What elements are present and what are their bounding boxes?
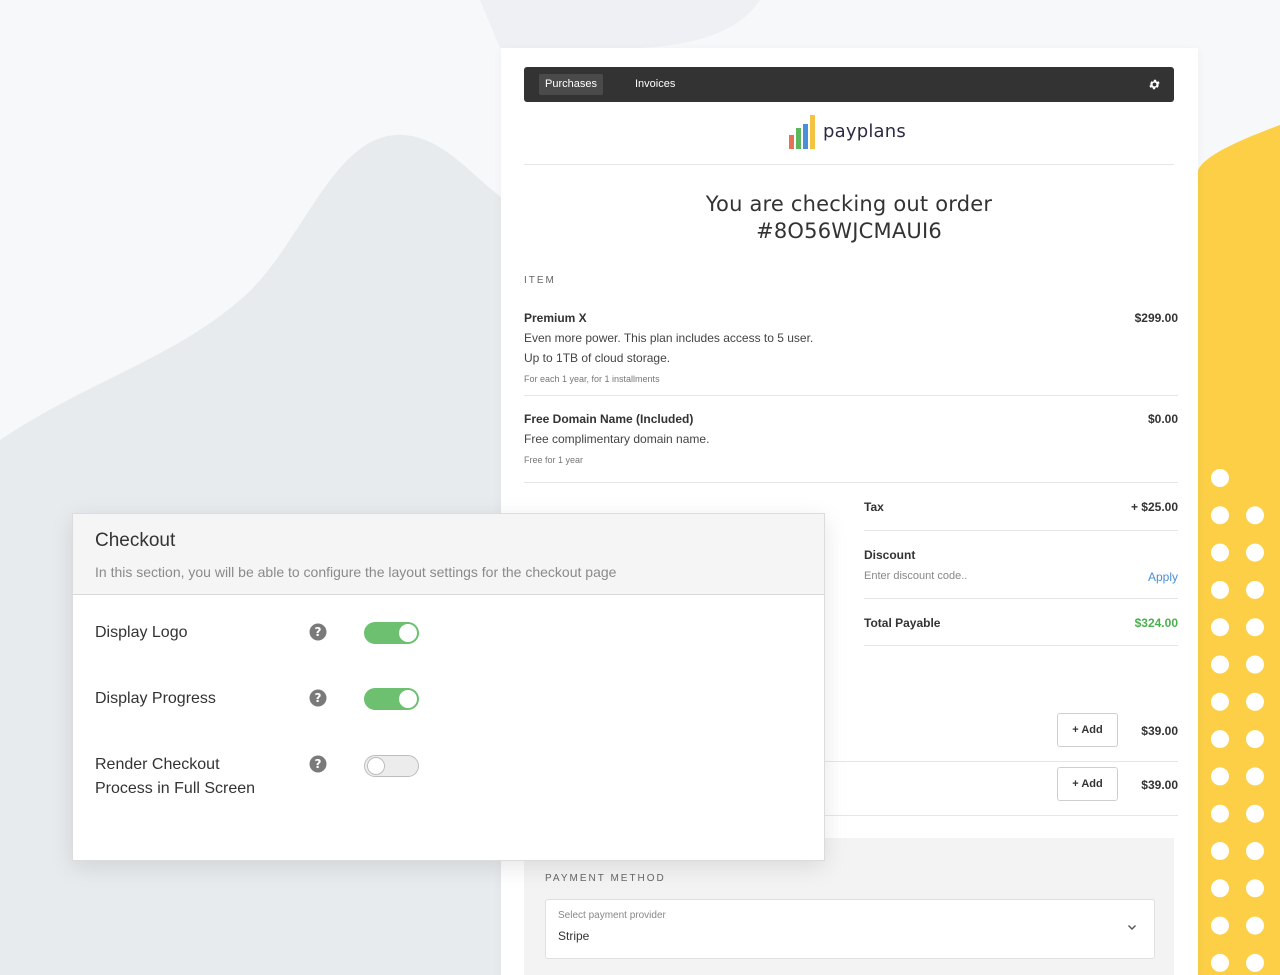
total-payable-label: Total Payable [864,616,941,630]
decorative-dot [1246,543,1264,562]
settings-subtitle: In this section, you will be able to con… [95,564,617,580]
tax-label: Tax [864,500,884,514]
gear-icon[interactable] [1148,78,1161,91]
decorative-dot [1246,953,1264,972]
decorative-dot [1211,469,1229,487]
display-logo-toggle[interactable] [364,622,419,644]
settings-panel-header: Checkout In this section, you will be ab… [73,514,824,595]
item-divider [524,482,1178,483]
order-number: #8O56WJCMAUI6 [756,219,942,243]
header-divider [524,164,1174,165]
display-progress-label: Display Progress [95,690,216,707]
item-price: $299.00 [1134,311,1178,325]
item-description: Up to 1TB of cloud storage. [524,351,671,365]
total-payable-value: $324.00 [1134,616,1178,630]
apply-discount-link[interactable]: Apply [1148,570,1178,584]
decorative-dot [1211,543,1229,562]
item-note: For each 1 year, for 1 installments [524,374,660,384]
toggle-knob [399,690,417,708]
decorative-dot [1211,618,1229,637]
decorative-dot [1246,767,1264,786]
add-addon-button[interactable]: + Add [1057,713,1118,747]
help-icon[interactable]: ? [309,689,327,707]
order-title-line1: You are checking out order [705,192,993,216]
decorative-dot [1246,580,1264,599]
decorative-dot [1211,767,1229,786]
item-price: $0.00 [1147,412,1178,426]
item-name: Free Domain Name (Included) [524,412,694,426]
decorative-dot [1211,953,1229,972]
item-divider [524,395,1178,396]
chevron-down-icon [1128,925,1136,930]
decorative-dot [1246,916,1264,935]
discount-code-input[interactable]: Enter discount code.. [864,570,967,582]
tab-invoices[interactable]: Invoices [629,74,681,95]
decorative-dot [1211,692,1229,711]
toggle-knob [399,624,417,642]
payment-provider-select[interactable]: Select payment provider Stripe [545,899,1155,959]
payment-method-header: PAYMENT METHOD [545,873,666,884]
decorative-dot [1246,842,1264,860]
decorative-dot [1211,879,1229,898]
checkout-settings-panel: Checkout In this section, you will be ab… [72,513,825,861]
help-icon[interactable]: ? [309,755,327,773]
svg-text:?: ? [315,757,322,771]
logo-bars-icon [789,115,815,149]
item-description: Even more power. This plan includes acce… [524,331,814,345]
toggle-knob [367,757,385,775]
decorative-dot [1246,655,1264,674]
payment-provider-label: Select payment provider [558,910,666,921]
decorative-dot [1246,879,1264,898]
decorative-dot [1211,730,1229,749]
decorative-dot [1246,804,1264,823]
discount-label: Discount [864,548,916,562]
decorative-dot [1211,916,1229,935]
decorative-dot [1211,655,1229,674]
payment-provider-value: Stripe [558,929,590,943]
summary-divider [864,645,1178,646]
add-addon-button[interactable]: + Add [1057,767,1118,801]
decorative-dot [1211,804,1229,823]
help-icon[interactable]: ? [309,623,327,641]
item-name: Premium X [524,311,587,325]
settings-title: Checkout [95,530,176,551]
svg-text:?: ? [315,691,322,705]
display-logo-label: Display Logo [95,624,188,641]
item-header: ITEM [524,275,556,286]
decorative-dot [1211,506,1229,525]
top-nav-bar: Purchases Invoices [524,67,1174,102]
decorative-dot [1246,506,1264,525]
display-progress-toggle[interactable] [364,688,419,710]
decorative-dot [1211,842,1229,860]
summary-divider [864,598,1178,599]
logo-text: payplans [823,121,906,142]
decorative-dot [1246,618,1264,637]
decorative-dot [1246,692,1264,711]
full-screen-toggle[interactable] [364,755,419,777]
tab-purchases[interactable]: Purchases [539,74,603,95]
decorative-dot [1246,730,1264,749]
addon-price: $39.00 [1141,724,1178,738]
item-description: Free complimentary domain name. [524,432,710,446]
decorative-dot [1211,580,1229,599]
summary-divider [864,530,1178,531]
item-note: Free for 1 year [524,455,584,465]
addon-price: $39.00 [1141,778,1178,792]
tax-value: + $25.00 [1130,500,1178,514]
full-screen-label: Render Checkout Process in Full Screen [95,756,256,797]
svg-text:?: ? [315,625,322,639]
order-title: You are checking out order #8O56WJCMAUI6 [524,191,1174,245]
